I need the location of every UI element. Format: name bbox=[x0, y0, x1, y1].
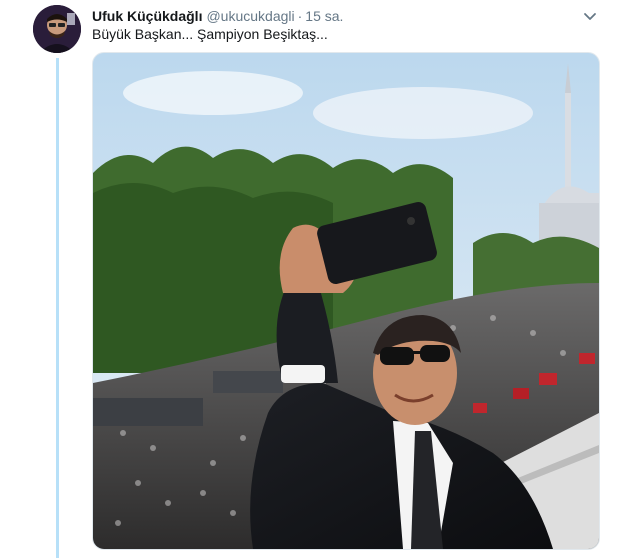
tweet-header: Ufuk Küçükdağlı @ukucukdagli · 15 sa. bbox=[92, 7, 594, 25]
author-name[interactable]: Ufuk Küçükdağlı bbox=[92, 8, 202, 24]
tweet-timestamp[interactable]: 15 sa. bbox=[305, 8, 343, 24]
tweet-text: Büyük Başkan... Şampiyon Beşiktaş... bbox=[92, 26, 328, 42]
thread-line bbox=[56, 58, 59, 558]
avatar[interactable] bbox=[33, 5, 81, 53]
tweet-photo[interactable] bbox=[92, 52, 600, 550]
separator-dot: · bbox=[297, 8, 303, 24]
author-handle[interactable]: @ukucukdagli bbox=[206, 8, 294, 24]
chevron-down-icon[interactable] bbox=[582, 8, 598, 24]
